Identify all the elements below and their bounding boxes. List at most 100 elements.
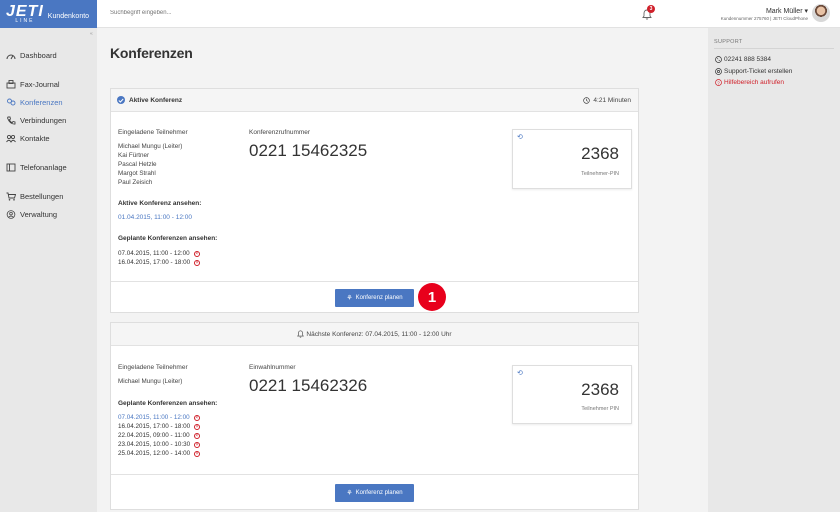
sidebar-item-bestellungen[interactable]: Bestellungen <box>6 192 63 201</box>
delete-icon[interactable]: × <box>193 250 200 257</box>
notifications-button[interactable]: 3 <box>641 5 655 21</box>
help-area-link[interactable]: ? Hilfebereich aufrufen <box>714 78 784 86</box>
sidebar-item-kontakte[interactable]: Kontakte <box>6 134 50 143</box>
sidebar: « Dashboard Fax-Journal Konferenzen Verb… <box>0 28 97 512</box>
list-item[interactable]: 16.04.2015, 17:00 - 18:00 × <box>118 258 201 267</box>
sidebar-item-label: Kontakte <box>20 134 50 143</box>
user-circle-icon <box>6 210 16 219</box>
conference-icon: ⚘ <box>346 490 353 497</box>
pin-label: Teilnehmer-PIN <box>581 171 619 177</box>
delete-icon[interactable]: × <box>194 423 201 430</box>
bell-icon <box>297 330 305 338</box>
list-item: Margot Strahl <box>118 170 156 177</box>
list-item[interactable]: 25.04.2015, 12:00 - 14:00 × <box>118 449 201 458</box>
list-item[interactable]: 07.04.2015, 11:00 - 12:00 × <box>118 413 200 422</box>
participant-list: Michael Mungu (Leiter) <box>118 377 182 386</box>
invited-participants-label: Eingeladene Teilnehmer <box>118 364 188 371</box>
pin-label: Teilnehmer PIN <box>581 406 619 412</box>
notification-badge: 3 <box>647 5 655 13</box>
at-icon <box>714 67 722 75</box>
participant-pin: 2368 <box>581 144 619 163</box>
help-icon: ? <box>714 78 722 86</box>
sidebar-item-verbindungen[interactable]: Verbindungen <box>6 116 66 125</box>
logo-subtext: LINE <box>15 18 35 24</box>
next-conference-title: Nächste Konferenz: 07.04.2015, 11:00 - 1… <box>306 330 452 338</box>
jeti-logo: JETI LINE <box>6 4 44 25</box>
sidebar-item-dashboard[interactable]: Dashboard <box>6 51 57 60</box>
brand-block[interactable]: JETI LINE Kundenkonto <box>0 0 97 28</box>
planned-conferences-label: Geplante Konferenzen ansehen: <box>118 235 218 242</box>
conference-timer: 4:21 Minuten <box>583 97 631 104</box>
refresh-icon[interactable]: ⟲ <box>517 133 523 141</box>
sidebar-item-label: Konferenzen <box>20 98 63 107</box>
conference-duration: 4:21 Minuten <box>593 96 631 104</box>
search-input[interactable] <box>110 10 310 16</box>
user-name: Mark Müller ▾ <box>765 8 808 15</box>
help-area-label: Hilfebereich aufrufen <box>724 78 784 86</box>
planned-list: 07.04.2015, 11:00 - 12:00 × 16.04.2015, 1… <box>118 249 201 267</box>
step-marker: 1 <box>418 283 446 311</box>
svg-text:?: ? <box>717 80 720 85</box>
collapse-icon[interactable]: « <box>90 31 93 37</box>
delete-icon[interactable]: × <box>194 450 201 457</box>
sidebar-item-konferenzen[interactable]: Konferenzen <box>6 98 63 107</box>
support-ticket-link[interactable]: Support-Ticket erstellen <box>714 67 792 75</box>
divider <box>714 48 834 49</box>
active-conference-link[interactable]: 01.04.2015, 11:00 - 12:00 <box>118 214 192 221</box>
planned-list: 07.04.2015, 11:00 - 12:00 × 16.04.2015, 1… <box>118 413 201 458</box>
list-item[interactable]: 07.04.2015, 11:00 - 12:00 × <box>118 249 200 258</box>
user-info[interactable]: Mark Müller ▾ Kundennummer 275760 | JETI… <box>721 7 808 21</box>
button-label: Konferenz planen <box>355 295 403 301</box>
list-item: Pascal Hetzle <box>118 161 157 168</box>
pin-box: ⟲ 2368 Teilnehmer PIN <box>512 365 632 424</box>
list-item[interactable]: 23.04.2015, 10:00 - 10:30 × <box>118 440 201 449</box>
list-item[interactable]: 16.04.2015, 17:00 - 18:00 × <box>118 422 201 431</box>
support-ticket-label: Support-Ticket erstellen <box>724 67 793 75</box>
support-phone[interactable]: 02241 888 5384 <box>714 55 771 63</box>
active-conference-title: Aktive Konferenz <box>129 96 183 104</box>
list-item: Kai Fürtner <box>118 152 150 159</box>
card-footer: ⚘ Konferenz planen <box>111 281 638 313</box>
contacts-icon <box>6 134 16 143</box>
sidebar-item-label: Verwaltung <box>20 210 58 219</box>
avatar[interactable] <box>812 4 830 22</box>
plan-conference-button[interactable]: ⚘ Konferenz planen <box>335 484 414 502</box>
clock-icon <box>583 96 591 104</box>
delete-icon[interactable]: × <box>194 259 201 266</box>
next-conference-header: Nächste Konferenz: 07.04.2015, 11:00 - 1… <box>111 323 638 346</box>
sidebar-item-label: Dashboard <box>20 51 57 60</box>
gauge-icon <box>6 51 16 60</box>
conference-number: 0221 15462325 <box>249 141 368 160</box>
phone-icon <box>714 55 722 63</box>
page-title: Konferenzen <box>110 45 193 61</box>
pin-box: ⟲ 2368 Teilnehmer-PIN <box>512 129 632 189</box>
invited-participants-label: Eingeladene Teilnehmer <box>118 129 188 136</box>
sidebar-item-label: Telefonanlage <box>20 163 67 172</box>
dial-in-number: 0221 15462326 <box>249 376 368 395</box>
button-label: Konferenz planen <box>355 490 403 496</box>
support-phone-number: 02241 888 5384 <box>724 55 771 63</box>
pbx-icon <box>6 163 16 172</box>
portal-name: Kundenkonto <box>47 12 90 20</box>
check-icon <box>117 96 125 104</box>
participant-list: Michael Mungu (Leiter) Kai Fürtner Pasca… <box>118 142 182 187</box>
sidebar-item-telefonanlage[interactable]: Telefonanlage <box>6 163 67 172</box>
chevron-down-icon: ▾ <box>804 8 808 15</box>
active-conference-header: Aktive Konferenz 4:21 Minuten <box>111 89 638 112</box>
list-item: Michael Mungu (Leiter) <box>118 143 183 150</box>
delete-icon[interactable]: × <box>193 414 200 421</box>
conference-icon: ⚘ <box>346 295 353 302</box>
delete-icon[interactable]: × <box>193 432 200 439</box>
planned-conferences-label: Geplante Konferenzen ansehen: <box>118 400 218 407</box>
sidebar-item-verwaltung[interactable]: Verwaltung <box>6 210 57 219</box>
card-footer: ⚘ Konferenz planen <box>111 474 638 510</box>
fax-icon <box>6 80 16 89</box>
refresh-icon[interactable]: ⟲ <box>517 369 523 377</box>
sidebar-item-fax-journal[interactable]: Fax-Journal <box>6 80 60 89</box>
delete-icon[interactable]: × <box>194 441 201 448</box>
sidebar-item-label: Verbindungen <box>20 116 67 125</box>
support-heading: SUPPORT <box>714 39 743 45</box>
plan-conference-button[interactable]: ⚘ Konferenz planen <box>335 289 414 307</box>
list-item: Michael Mungu (Leiter) <box>118 378 183 385</box>
list-item[interactable]: 22.04.2015, 09:00 - 11:00 × <box>118 431 200 440</box>
